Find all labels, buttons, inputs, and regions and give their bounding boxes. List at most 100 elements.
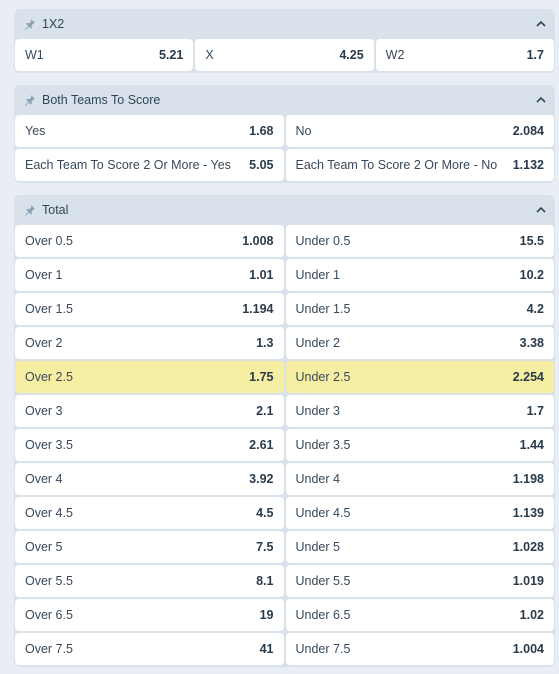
odds-value: 1.02	[519, 608, 544, 622]
odds-label: Over 1.5	[25, 302, 73, 316]
odds-button[interactable]: Under 5 1.028	[285, 531, 554, 563]
odds-button[interactable]: Under 2 3.38	[285, 327, 554, 359]
odds-grid: Yes 1.68 No 2.084 Each Team To Score 2 Or …	[14, 115, 555, 185]
odds-button[interactable]: Under 7.5 1.004	[285, 633, 554, 665]
odds-value: 2.1	[256, 404, 274, 418]
odds-value: 5.05	[249, 158, 274, 172]
odds-button[interactable]: Over 5 7.5	[15, 531, 284, 563]
odds-button[interactable]: Under 6.5 1.02	[285, 599, 554, 631]
odds-button[interactable]: Yes 1.68	[15, 115, 284, 147]
market-header[interactable]: 1X2	[14, 9, 555, 39]
market-1x2: 1X2 W1 5.21 X 4.25 W2 1.7	[14, 9, 555, 73]
odds-button[interactable]: Under 2.5 2.254	[285, 361, 554, 393]
odds-value: 19	[259, 608, 274, 622]
odds-value: 7.5	[256, 540, 274, 554]
odds-grid: W1 5.21 X 4.25 W2 1.7	[14, 39, 555, 75]
odds-value: 8.1	[256, 574, 274, 588]
odds-value: 4.25	[339, 48, 364, 62]
odds-label: Over 3.5	[25, 438, 73, 452]
odds-label: Over 7.5	[25, 642, 73, 656]
odds-value: 1.008	[242, 234, 274, 248]
odds-button[interactable]: Over 3 2.1	[15, 395, 284, 427]
odds-button[interactable]: Over 3.5 2.61	[15, 429, 284, 461]
odds-label: Under 0.5	[295, 234, 351, 248]
odds-button[interactable]: Over 6.5 19	[15, 599, 284, 631]
odds-button[interactable]: Each Team To Score 2 Or More - No 1.132	[285, 149, 554, 181]
odds-label: Over 0.5	[25, 234, 73, 248]
pin-icon[interactable]	[24, 94, 36, 106]
odds-label: Under 5	[295, 540, 340, 554]
odds-button[interactable]: X 4.25	[195, 39, 374, 71]
odds-button[interactable]: Under 3 1.7	[285, 395, 554, 427]
odds-label: Over 3	[25, 404, 63, 418]
odds-value: 1.01	[249, 268, 274, 282]
odds-row: Over 0.5 1.008 Under 0.5 15.5	[14, 225, 555, 259]
market-header[interactable]: Both Teams To Score	[14, 85, 555, 115]
odds-label: Over 5	[25, 540, 63, 554]
odds-value: 2.084	[512, 124, 544, 138]
odds-button[interactable]: Over 1.5 1.194	[15, 293, 284, 325]
odds-row: Over 6.5 19 Under 6.5 1.02	[14, 599, 555, 633]
odds-row: Over 4 3.92 Under 4 1.198	[14, 463, 555, 497]
odds-button[interactable]: Under 1.5 4.2	[285, 293, 554, 325]
odds-button[interactable]: Over 2.5 1.75	[15, 361, 284, 393]
odds-button[interactable]: Under 5.5 1.019	[285, 565, 554, 597]
odds-row: Over 2.5 1.75 Under 2.5 2.254	[14, 361, 555, 395]
odds-value: 1.132	[512, 158, 544, 172]
odds-button[interactable]: Under 4 1.198	[285, 463, 554, 495]
odds-value: 1.019	[512, 574, 544, 588]
odds-value: 3.92	[249, 472, 274, 486]
odds-row: Over 3.5 2.61 Under 3.5 1.44	[14, 429, 555, 463]
odds-label: Each Team To Score 2 Or More - No	[295, 158, 498, 172]
odds-value: 1.3	[256, 336, 274, 350]
odds-label: Under 3.5	[295, 438, 351, 452]
odds-label: Under 6.5	[295, 608, 351, 622]
odds-label: Under 2	[295, 336, 340, 350]
odds-value: 1.198	[512, 472, 544, 486]
odds-label: W1	[25, 48, 44, 62]
odds-button[interactable]: W1 5.21	[15, 39, 194, 71]
odds-button[interactable]: Over 0.5 1.008	[15, 225, 284, 257]
pin-icon[interactable]	[24, 18, 36, 30]
odds-row: Over 3 2.1 Under 3 1.7	[14, 395, 555, 429]
pin-icon[interactable]	[24, 204, 36, 216]
odds-label: Under 1.5	[295, 302, 351, 316]
odds-button[interactable]: Over 4 3.92	[15, 463, 284, 495]
odds-button[interactable]: Under 4.5 1.139	[285, 497, 554, 529]
odds-button[interactable]: Over 1 1.01	[15, 259, 284, 291]
odds-value: 2.254	[512, 370, 544, 384]
odds-value: 4.2	[526, 302, 544, 316]
market-total: Total Over 0.5 1.008 Under 0.5 15.5 Over 1 1.…	[14, 195, 555, 667]
odds-value: 15.5	[519, 234, 544, 248]
odds-row: Over 4.5 4.5 Under 4.5 1.139	[14, 497, 555, 531]
odds-value: 1.004	[512, 642, 544, 656]
odds-button[interactable]: Over 2 1.3	[15, 327, 284, 359]
odds-label: No	[295, 124, 312, 138]
odds-value: 1.194	[242, 302, 274, 316]
odds-label: Each Team To Score 2 Or More - Yes	[25, 158, 231, 172]
odds-button[interactable]: Over 4.5 4.5	[15, 497, 284, 529]
odds-value: 1.7	[526, 404, 544, 418]
market-title: Total	[42, 203, 69, 217]
odds-value: 10.2	[519, 268, 544, 282]
odds-button[interactable]: Under 1 10.2	[285, 259, 554, 291]
odds-button[interactable]: Under 0.5 15.5	[285, 225, 554, 257]
odds-button[interactable]: No 2.084	[285, 115, 554, 147]
market-header[interactable]: Total	[14, 195, 555, 225]
odds-label: Under 4	[295, 472, 340, 486]
odds-label: Over 4	[25, 472, 63, 486]
odds-button[interactable]: Under 3.5 1.44	[285, 429, 554, 461]
odds-value: 1.75	[249, 370, 274, 384]
odds-button[interactable]: Over 7.5 41	[15, 633, 284, 665]
chevron-up-icon[interactable]	[535, 94, 547, 106]
odds-value: 2.61	[249, 438, 274, 452]
odds-value: 1.68	[249, 124, 274, 138]
chevron-up-icon[interactable]	[535, 204, 547, 216]
odds-label: Over 4.5	[25, 506, 73, 520]
odds-label: X	[205, 48, 214, 62]
odds-button[interactable]: W2 1.7	[375, 39, 554, 71]
odds-button[interactable]: Each Team To Score 2 Or More - Yes 5.05	[15, 149, 284, 181]
chevron-up-icon[interactable]	[535, 18, 547, 30]
odds-button[interactable]: Over 5.5 8.1	[15, 565, 284, 597]
odds-label: Over 2.5	[25, 370, 73, 384]
